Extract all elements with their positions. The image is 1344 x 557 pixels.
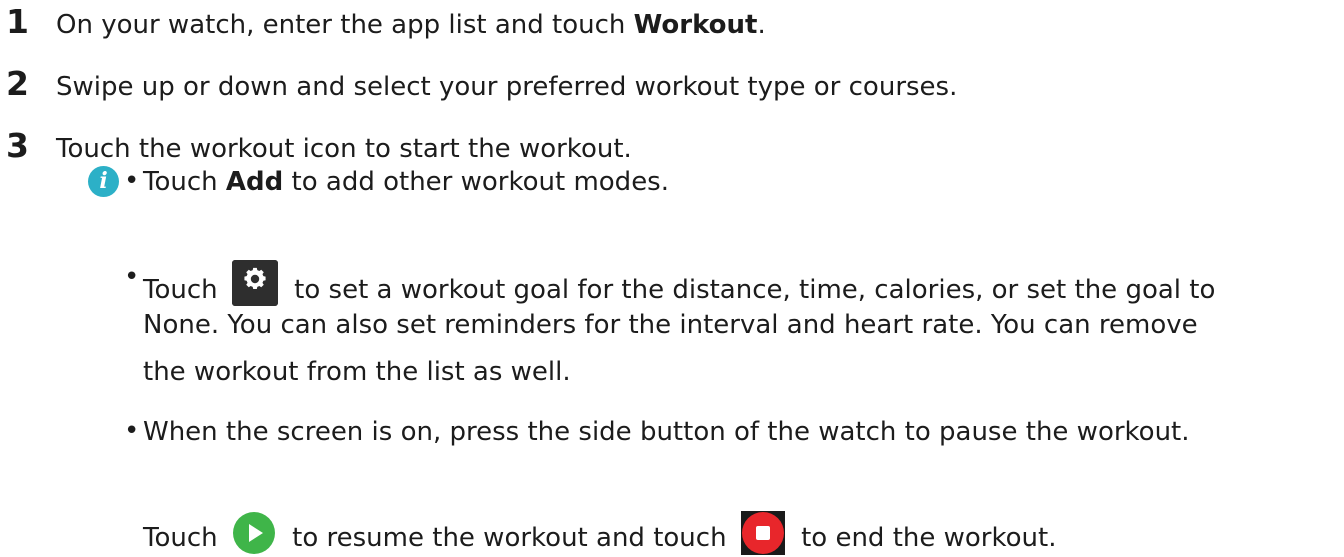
gear-icon [231, 260, 278, 306]
stop-icon [740, 511, 785, 555]
step-number: 2 [6, 64, 29, 103]
step-text: Touch the workout icon to start the work… [56, 134, 632, 164]
step-text: Swipe up or down and select your preferr… [56, 72, 958, 102]
note-item-2: Touch to set a workout goal for the dist… [143, 260, 1215, 308]
info-icon: i [88, 166, 119, 197]
play-icon [231, 511, 276, 555]
step-1: 1 On your watch, enter the app list and … [0, 4, 766, 43]
step-text: On your watch, enter the app list and to… [56, 10, 766, 40]
note-item-2-line-3: the workout from the list as well. [143, 357, 571, 387]
step-2: 2 Swipe up or down and select your prefe… [0, 66, 957, 105]
bullet: • [124, 416, 140, 446]
note-item-3-line-2: Touch to resume the workout and touch to… [143, 511, 1056, 556]
note-item-1: Touch Add to add other workout modes. [143, 167, 669, 197]
add-label: Add [225, 167, 284, 197]
bullet: • [124, 262, 140, 292]
note-item-3: When the screen is on, press the side bu… [143, 417, 1190, 447]
step-3: 3 Touch the workout icon to start the wo… [0, 128, 632, 167]
workout-label: Workout [633, 10, 758, 40]
bullet: • [124, 166, 140, 196]
step-number: 3 [6, 126, 29, 165]
note-item-2-line-2: None. You can also set reminders for the… [143, 310, 1198, 340]
step-number: 1 [6, 2, 29, 41]
